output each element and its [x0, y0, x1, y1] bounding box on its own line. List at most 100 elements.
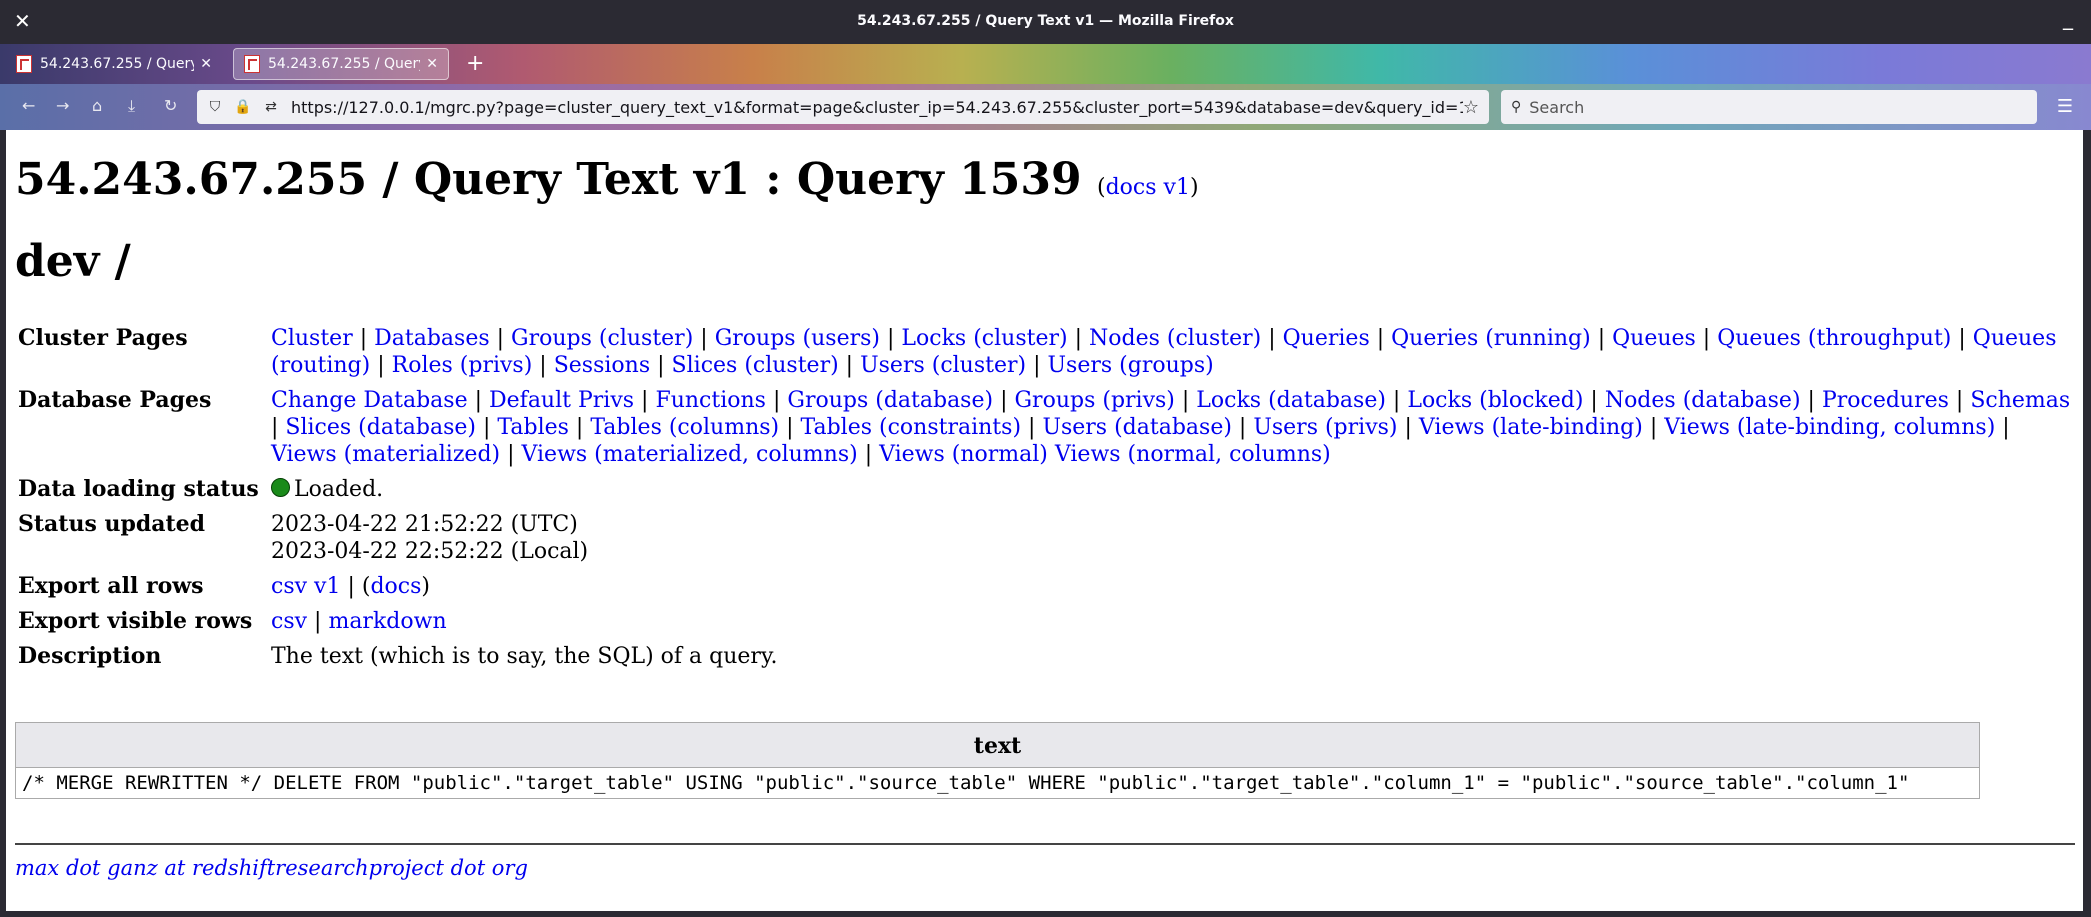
link-separator: | [693, 326, 715, 351]
cluster-page-link-queues-throughput[interactable]: Queues (throughput) [1717, 326, 1951, 351]
link-separator: | [1948, 388, 1971, 413]
export-all-cell: csv v1 | (docs) [267, 570, 2075, 605]
link-separator: | [352, 326, 375, 351]
search-input[interactable]: ⚲ Search [1501, 90, 2037, 124]
cluster-page-link-queries-running[interactable]: Queries (running) [1391, 326, 1591, 351]
link-separator: | [1231, 415, 1254, 440]
export-visible-separator: | [307, 609, 329, 634]
database-page-link-schemas[interactable]: Schemas [1970, 388, 2070, 413]
database-page-link-views-materialized[interactable]: Views (materialized) [271, 442, 500, 467]
docs-wrapper: (docs v1) [1097, 175, 1199, 200]
cluster-page-link-users-groups[interactable]: Users (groups) [1048, 353, 1214, 378]
back-arrow-icon[interactable]: ← [22, 96, 35, 115]
database-page-link-tables[interactable]: Tables [497, 415, 569, 440]
lock-icon[interactable]: 🔒 [233, 99, 253, 115]
cluster-pages-label: Cluster Pages [18, 325, 188, 351]
link-separator: | [765, 388, 788, 413]
link-separator: | [1174, 388, 1197, 413]
column-header-text[interactable]: text [15, 722, 1980, 768]
link-separator: | [1583, 388, 1605, 413]
link-separator: | [1995, 415, 2010, 440]
link-separator: | [1385, 388, 1408, 413]
export-all-docs-link[interactable]: docs [370, 574, 421, 599]
cluster-page-link-queries[interactable]: Queries [1283, 326, 1370, 351]
database-page-link-default-privs[interactable]: Default Privs [489, 388, 634, 413]
cluster-page-link-databases[interactable]: Databases [374, 326, 490, 351]
footer-divider [15, 843, 2075, 845]
link-separator: | [1021, 415, 1043, 440]
link-separator: | [1695, 326, 1718, 351]
database-page-link-tables-constraints[interactable]: Tables (constraints) [801, 415, 1022, 440]
cluster-page-link-users-cluster[interactable]: Users (cluster) [860, 353, 1026, 378]
database-page-link-views-normal[interactable]: Views (normal) [879, 442, 1048, 467]
tab-label: 54.243.67.255 / Query Text v1 [268, 56, 420, 72]
close-tab-icon[interactable]: ✕ [200, 56, 212, 72]
database-page-link-locks-database[interactable]: Locks (database) [1196, 388, 1386, 413]
cluster-page-link-queues[interactable]: Queues [1612, 326, 1696, 351]
link-separator: | [634, 388, 656, 413]
permissions-icon[interactable]: ⇄ [261, 99, 281, 115]
updated-row: Status updated 2023-04-22 21:52:22 (UTC)… [14, 508, 2075, 570]
database-page-link-functions[interactable]: Functions [655, 388, 766, 413]
export-all-csv-link[interactable]: csv v1 [271, 574, 340, 599]
database-page-link-locks-blocked[interactable]: Locks (blocked) [1407, 388, 1583, 413]
bookmark-star-icon[interactable]: ☆ [1463, 97, 1479, 118]
database-page-link-views-late-binding[interactable]: Views (late-binding) [1419, 415, 1643, 440]
database-page-link-users-privs[interactable]: Users (privs) [1253, 415, 1397, 440]
reload-icon[interactable]: ↻ [164, 96, 177, 115]
database-page-link-change-database[interactable]: Change Database [271, 388, 468, 413]
docs-close-paren: ) [1189, 175, 1199, 200]
database-page-link-groups-privs[interactable]: Groups (privs) [1014, 388, 1174, 413]
tab-first[interactable]: 54.243.67.255 / Query Text v1 ✕ [6, 48, 222, 80]
database-page-link-slices-database[interactable]: Slices (database) [285, 415, 476, 440]
cluster-page-link-groups-users[interactable]: Groups (users) [715, 326, 880, 351]
export-visible-markdown-link[interactable]: markdown [328, 609, 446, 634]
minimize-window-icon[interactable]: _ [2063, 6, 2073, 30]
link-separator: | [532, 353, 554, 378]
address-bar[interactable]: ⛉ 🔒 ⇄ https://127.0.0.1/mgrc.py?page=clu… [197, 90, 1489, 124]
description-label: Description [18, 643, 162, 669]
link-separator: | [1369, 326, 1392, 351]
export-all-close: ) [421, 574, 430, 599]
database-page-link-views-late-binding-columns[interactable]: Views (late-binding, columns) [1664, 415, 1995, 440]
query-text-table: text /* MERGE REWRITTEN */ DELETE FROM "… [15, 722, 1980, 799]
database-page-link-views-normal-columns[interactable]: Views (normal, columns) [1055, 442, 1331, 467]
page-favicon-icon [16, 55, 32, 73]
new-tab-plus-icon[interactable]: + [466, 51, 484, 76]
link-separator: | [271, 415, 286, 440]
database-page-link-users-database[interactable]: Users (database) [1042, 415, 1231, 440]
status-row: Data loading status Loaded. [14, 473, 2075, 508]
link-separator: | [467, 388, 490, 413]
export-all-row: Export all rows csv v1 | (docs) [14, 570, 2075, 605]
cluster-page-link-slices-cluster[interactable]: Slices (cluster) [672, 353, 839, 378]
export-visible-csv-link[interactable]: csv [271, 609, 307, 634]
window-titlebar: ✕ 54.243.67.255 / Query Text v1 — Mozill… [0, 0, 2091, 44]
database-page-link-procedures[interactable]: Procedures [1822, 388, 1949, 413]
close-tab-icon[interactable]: ✕ [426, 56, 438, 72]
hamburger-menu-icon[interactable]: ☰ [2057, 96, 2073, 117]
link-separator [1048, 442, 1055, 467]
cluster-page-link-sessions[interactable]: Sessions [554, 353, 650, 378]
link-separator: | [650, 353, 672, 378]
link-separator: | [838, 353, 861, 378]
cluster-page-link-nodes-cluster[interactable]: Nodes (cluster) [1089, 326, 1261, 351]
contact-email-link[interactable]: max dot ganz at redshiftresearchproject … [15, 856, 528, 880]
database-page-link-tables-columns[interactable]: Tables (columns) [590, 415, 779, 440]
forward-arrow-icon[interactable]: → [56, 96, 69, 115]
database-page-link-groups-database[interactable]: Groups (database) [787, 388, 993, 413]
database-page-link-nodes-database[interactable]: Nodes (database) [1605, 388, 1801, 413]
tab-active[interactable]: 54.243.67.255 / Query Text v1 ✕ [233, 48, 449, 80]
docs-v1-link[interactable]: docs v1 [1106, 175, 1190, 200]
link-separator: | [1261, 326, 1283, 351]
url-text[interactable]: https://127.0.0.1/mgrc.py?page=cluster_q… [291, 98, 1463, 117]
cluster-page-link-groups-cluster[interactable]: Groups (cluster) [511, 326, 693, 351]
cluster-pages-row: Cluster Pages Cluster | Databases | Grou… [14, 322, 2075, 384]
tab-label: 54.243.67.255 / Query Text v1 [40, 56, 194, 72]
download-icon[interactable]: ⤓ [128, 96, 135, 116]
database-page-link-views-materialized-columns[interactable]: Views (materialized, columns) [522, 442, 858, 467]
cluster-page-link-cluster[interactable]: Cluster [271, 326, 353, 351]
home-icon[interactable]: ⌂ [92, 96, 102, 115]
cluster-page-link-roles-privs[interactable]: Roles (privs) [392, 353, 533, 378]
shield-icon[interactable]: ⛉ [205, 99, 225, 115]
cluster-page-link-locks-cluster[interactable]: Locks (cluster) [901, 326, 1067, 351]
